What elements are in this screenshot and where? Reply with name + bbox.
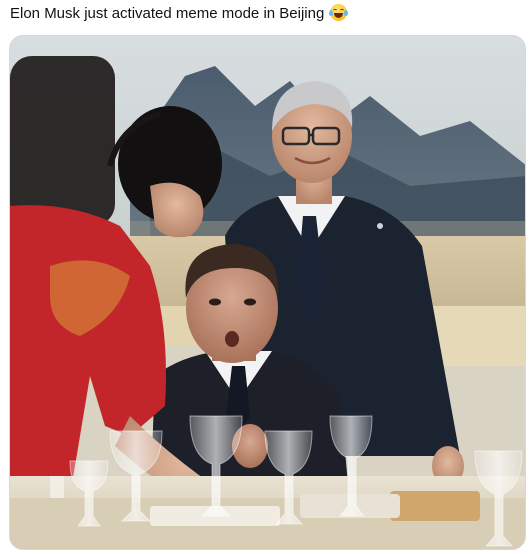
post-media-photo[interactable] [9,35,526,550]
post-text: Elon Musk just activated meme mode in Be… [10,4,349,24]
tweet-post: Elon Musk just activated meme mode in Be… [0,0,530,554]
face-with-tears-of-joy-icon [329,4,349,21]
photo-illustration [10,36,525,549]
post-text-content: Elon Musk just activated meme mode in Be… [10,5,325,22]
